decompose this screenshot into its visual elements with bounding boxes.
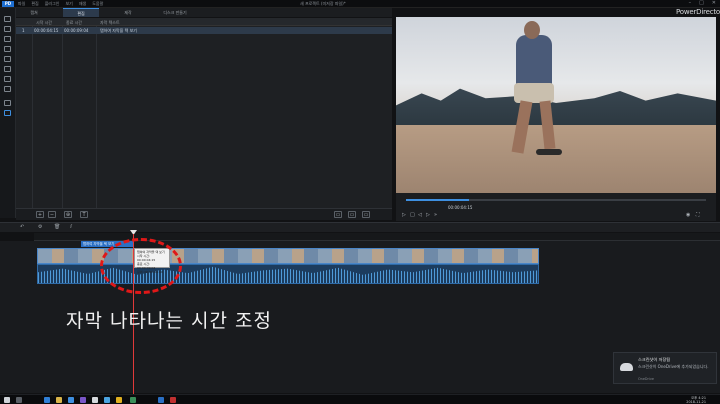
menu-help[interactable]: 도움말 bbox=[92, 1, 103, 7]
column-divider bbox=[96, 18, 97, 208]
fast-forward-icon[interactable]: » bbox=[434, 212, 437, 218]
row-end-time[interactable]: 00:00:09:04 bbox=[64, 28, 88, 33]
chapter-room-icon[interactable] bbox=[4, 100, 11, 106]
snapshot-icon[interactable]: ◉ bbox=[686, 212, 690, 218]
app-logo: PD bbox=[2, 1, 14, 7]
pip-room-icon[interactable] bbox=[4, 36, 11, 42]
timecode: 00:00:04:15 bbox=[448, 205, 473, 210]
title-room-icon[interactable] bbox=[4, 56, 11, 62]
preview-controls: ▷ □ ◁ ▷ » ◉ ⛶ bbox=[396, 193, 716, 221]
app-icon[interactable] bbox=[92, 397, 98, 403]
highlight-ellipse bbox=[100, 238, 182, 294]
start-icon[interactable] bbox=[4, 397, 10, 403]
transition-room-icon[interactable] bbox=[4, 66, 11, 72]
clock-date: 2018-11-21 bbox=[686, 400, 706, 404]
app-name: PowerDirector bbox=[676, 8, 720, 16]
app-icon[interactable] bbox=[130, 397, 136, 403]
menu-edit[interactable]: 편집 bbox=[31, 1, 38, 7]
mode-tabs: 캡쳐 편집 제작 디스크 만들기 bbox=[16, 8, 392, 17]
import-subtitle-button[interactable]: ▭ bbox=[334, 211, 342, 218]
subtitle-panel-toolbar: + − ⊕ T ▭ ▭ ▭ bbox=[16, 208, 392, 220]
tab-capture[interactable]: 캡쳐 bbox=[16, 8, 52, 17]
header-subtitle-text: 자막 텍스트 bbox=[100, 20, 120, 25]
menu-play[interactable]: 재생 bbox=[79, 1, 86, 7]
close-icon[interactable]: ✕ bbox=[712, 0, 716, 6]
column-divider bbox=[32, 18, 33, 208]
media-room-icon[interactable] bbox=[4, 16, 11, 22]
menu-plugin[interactable]: 플러그인 bbox=[45, 1, 60, 7]
tab-edit[interactable]: 편집 bbox=[63, 8, 99, 17]
app-icon[interactable] bbox=[116, 397, 122, 403]
remove-subtitle-button[interactable]: − bbox=[48, 211, 56, 218]
effect-room-icon[interactable] bbox=[4, 26, 11, 32]
text-format-button[interactable]: T bbox=[80, 211, 88, 218]
tab-create-disc[interactable]: 디스크 만들기 bbox=[157, 8, 193, 17]
title-bar: PD 파일 편집 플러그인 보기 재생 도움말 새 프로젝트 (미저장 파일)*… bbox=[0, 0, 720, 8]
mail-icon[interactable] bbox=[80, 397, 86, 403]
stop-icon[interactable]: □ bbox=[410, 212, 415, 218]
settings-icon[interactable]: ⚙ bbox=[38, 224, 42, 230]
column-divider bbox=[62, 18, 63, 208]
audio-mixing-room-icon[interactable] bbox=[4, 76, 11, 82]
toast-body: 스크린샷이 OneDrive에 추가되었습니다. bbox=[638, 364, 709, 369]
notification-toast[interactable]: 스크린샷이 저장됨 스크린샷이 OneDrive에 추가되었습니다. OneDr… bbox=[613, 352, 717, 384]
minimize-icon[interactable]: – bbox=[689, 0, 692, 6]
document-title: 새 프로젝트 (미저장 파일)* bbox=[300, 1, 346, 6]
undo-icon[interactable]: ↶ bbox=[20, 224, 24, 230]
system-clock[interactable]: 오후 4:21 2018-11-21 bbox=[686, 396, 706, 404]
fullscreen-icon[interactable]: ⛶ bbox=[696, 212, 700, 218]
search-icon[interactable] bbox=[16, 397, 22, 403]
window-controls: – □ ✕ bbox=[689, 0, 716, 6]
preview-scrubber[interactable] bbox=[406, 199, 706, 201]
skater-torso bbox=[516, 35, 552, 87]
sync-subtitle-button[interactable]: ⊕ bbox=[64, 211, 72, 218]
scrubber-progress bbox=[406, 199, 469, 201]
skateboard bbox=[536, 149, 562, 155]
subtitle-list-header: 시작 시간 종료 시간 자막 텍스트 bbox=[16, 18, 392, 26]
store-icon[interactable] bbox=[68, 397, 74, 403]
explorer-icon[interactable] bbox=[56, 397, 62, 403]
preview-window[interactable] bbox=[396, 17, 716, 193]
prev-frame-icon[interactable]: ◁ bbox=[418, 212, 422, 218]
tutorial-caption: 자막 나타나는 시간 조정 bbox=[66, 310, 272, 332]
cloud-icon bbox=[620, 363, 633, 371]
app-icon[interactable] bbox=[170, 397, 176, 403]
toast-source: OneDrive bbox=[638, 377, 654, 381]
room-toolbar bbox=[0, 8, 16, 218]
preview-promenade bbox=[396, 125, 716, 193]
row-index: 1 bbox=[22, 28, 25, 33]
export-subtitle-button[interactable]: ▭ bbox=[348, 211, 356, 218]
next-frame-icon[interactable]: ▷ bbox=[426, 212, 430, 218]
tab-produce[interactable]: 제작 bbox=[110, 8, 146, 17]
voice-over-room-icon[interactable] bbox=[4, 86, 11, 92]
subtitle-settings-button[interactable]: ▭ bbox=[362, 211, 370, 218]
toast-title: 스크린샷이 저장됨 bbox=[638, 357, 671, 362]
add-subtitle-button[interactable]: + bbox=[36, 211, 44, 218]
split-icon[interactable]: ⫽ bbox=[70, 224, 72, 230]
menu-view[interactable]: 보기 bbox=[65, 1, 72, 7]
menu-bar: 파일 편집 플러그인 보기 재생 도움말 bbox=[18, 1, 103, 7]
subtitle-room-icon[interactable] bbox=[4, 110, 11, 116]
header-start-time: 시작 시간 bbox=[36, 20, 52, 25]
particle-room-icon[interactable] bbox=[4, 46, 11, 52]
row-subtitle-text[interactable]: 탭하여 자막을 텍 보기 bbox=[100, 28, 137, 34]
menu-file[interactable]: 파일 bbox=[18, 1, 25, 7]
powerdirector-icon[interactable] bbox=[158, 397, 164, 403]
taskbar: 오후 4:21 2018-11-21 bbox=[0, 394, 720, 404]
trash-icon[interactable]: 🗑 bbox=[54, 224, 60, 230]
play-icon[interactable]: ▷ bbox=[402, 212, 406, 218]
skater-head bbox=[524, 21, 540, 39]
timeline-toolbar: ↶ ⚙ 🗑 ⫽ bbox=[0, 222, 720, 232]
header-end-time: 종료 시간 bbox=[66, 20, 82, 25]
maximize-icon[interactable]: □ bbox=[699, 0, 704, 6]
subtitle-room-panel: 시작 시간 종료 시간 자막 텍스트 1 00:00:04:15 00:00:0… bbox=[16, 18, 392, 208]
app-icon[interactable] bbox=[104, 397, 110, 403]
row-start-time[interactable]: 00:00:04:15 bbox=[34, 28, 58, 33]
edge-icon[interactable] bbox=[44, 397, 50, 403]
subtitle-row[interactable]: 1 00:00:04:15 00:00:09:04 탭하여 자막을 텍 보기 bbox=[16, 27, 392, 34]
